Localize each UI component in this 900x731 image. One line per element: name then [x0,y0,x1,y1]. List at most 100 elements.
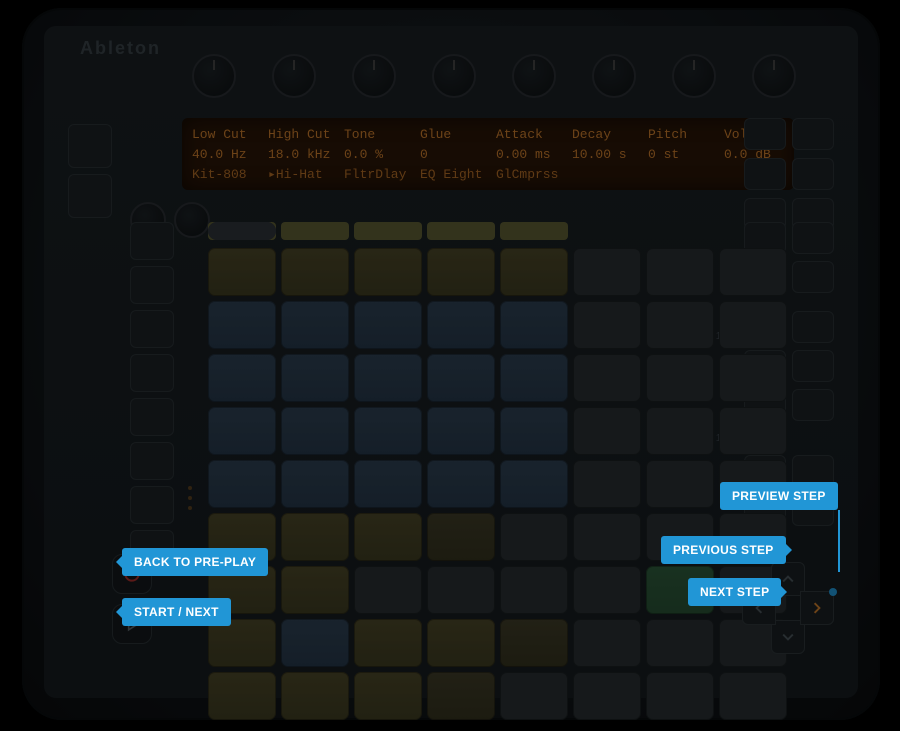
nav-down-button[interactable] [771,620,805,654]
pad-6-5[interactable] [500,513,568,561]
clip-button[interactable] [792,158,834,190]
octave-up-button[interactable] [792,389,834,421]
pad-4-2[interactable] [281,407,349,455]
encoder-4[interactable] [432,54,476,98]
pad-8-4[interactable] [427,619,495,667]
pad-8-3[interactable] [354,619,422,667]
pad-9-7[interactable] [646,672,714,720]
pad-1-7[interactable] [646,248,714,296]
pad-6-3[interactable] [354,513,422,561]
pad-9-4[interactable] [427,672,495,720]
pad-2-3[interactable] [354,301,422,349]
pan-send-button[interactable] [792,118,834,150]
pad-3-2[interactable] [281,354,349,402]
track-select-2[interactable] [281,222,349,240]
pad-2-5[interactable] [500,301,568,349]
pad-9-5[interactable] [500,672,568,720]
duplicate-button[interactable] [130,486,174,524]
pad-2-8[interactable] [719,301,787,349]
pad-3-5[interactable] [500,354,568,402]
pad-4-8[interactable] [719,407,787,455]
volume-button[interactable] [744,118,786,150]
pad-3-8[interactable] [719,354,787,402]
pad-4-7[interactable] [646,407,714,455]
pad-1-1[interactable] [208,248,276,296]
pad-5-1[interactable] [208,460,276,508]
pad-9-1[interactable] [208,672,276,720]
pad-2-7[interactable] [646,301,714,349]
pad-7-2[interactable] [281,566,349,614]
pad-3-4[interactable] [427,354,495,402]
pad-7-3[interactable] [354,566,422,614]
pad-4-1[interactable] [208,407,276,455]
user-button[interactable] [792,311,834,343]
encoder-1[interactable] [192,54,236,98]
tap-tempo-button[interactable] [68,124,112,168]
pad-9-6[interactable] [573,672,641,720]
pad-4-6[interactable] [573,407,641,455]
pad-9-3[interactable] [354,672,422,720]
pad-7-6[interactable] [573,566,641,614]
pad-5-4[interactable] [427,460,495,508]
pad-7-5[interactable] [500,566,568,614]
out-button[interactable] [792,222,834,254]
track-button[interactable] [744,158,786,190]
nav-right-button[interactable] [800,591,834,625]
quantize-button[interactable] [130,354,174,392]
track-select-3[interactable] [354,222,422,240]
pad-9-8[interactable] [719,672,787,720]
pad-2-6[interactable] [573,301,641,349]
callout-leader-line [838,510,840,572]
track-select-4[interactable] [427,222,495,240]
pad-1-3[interactable] [354,248,422,296]
encoder-8[interactable] [752,54,796,98]
double-button[interactable] [130,310,174,348]
pad-3-6[interactable] [573,354,641,402]
pad-1-8[interactable] [719,248,787,296]
param-value-2: 18.0 kHz [268,147,344,162]
pad-8-1[interactable] [208,619,276,667]
encoder-6[interactable] [592,54,636,98]
pad-3-1[interactable] [208,354,276,402]
fixed-length-button[interactable] [130,398,174,436]
encoder-2[interactable] [272,54,316,98]
pad-1-6[interactable] [573,248,641,296]
pad-1-5[interactable] [500,248,568,296]
encoder-5[interactable] [512,54,556,98]
accent-button[interactable] [792,350,834,382]
encoder-7[interactable] [672,54,716,98]
pad-5-7[interactable] [646,460,714,508]
pad-4-3[interactable] [354,407,422,455]
pad-9-2[interactable] [281,672,349,720]
pad-3-3[interactable] [354,354,422,402]
pad-8-5[interactable] [500,619,568,667]
pad-8-7[interactable] [646,619,714,667]
solo-button[interactable] [792,261,834,293]
pad-8-2[interactable] [281,619,349,667]
undo-button[interactable] [130,222,174,260]
pad-6-4[interactable] [427,513,495,561]
pad-5-6[interactable] [573,460,641,508]
pad-5-2[interactable] [281,460,349,508]
pad-2-4[interactable] [427,301,495,349]
pad-5-3[interactable] [354,460,422,508]
pad-4-5[interactable] [500,407,568,455]
pad-2-2[interactable] [281,301,349,349]
pad-7-4[interactable] [427,566,495,614]
encoder-3[interactable] [352,54,396,98]
pad-8-6[interactable] [573,619,641,667]
pad-2-1[interactable] [208,301,276,349]
pad-1-4[interactable] [427,248,495,296]
pad-4-4[interactable] [427,407,495,455]
delete-button[interactable] [130,266,174,304]
pad-6-6[interactable] [573,513,641,561]
track-select-1[interactable] [208,222,276,240]
metronome-button[interactable] [68,174,112,218]
automation-button[interactable] [130,442,174,480]
track-select-5[interactable] [500,222,568,240]
pad-1-2[interactable] [281,248,349,296]
tempo-encoder[interactable] [174,202,210,238]
pad-3-7[interactable] [646,354,714,402]
pad-6-2[interactable] [281,513,349,561]
pad-5-5[interactable] [500,460,568,508]
